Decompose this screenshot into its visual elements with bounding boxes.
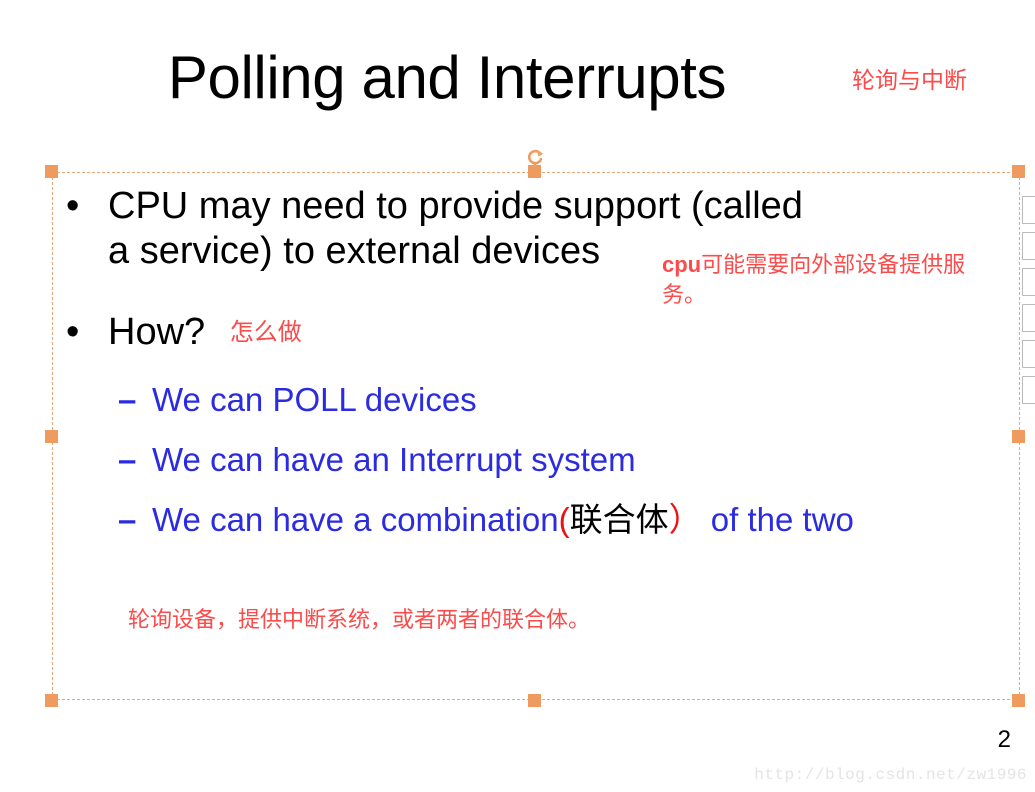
resize-handle-top-right[interactable]: [1012, 165, 1025, 178]
task-pane-item[interactable]: [1022, 196, 1035, 224]
paren-open: (: [558, 501, 570, 538]
sub-bullet-item-2: – We can have an Interrupt system: [60, 440, 1035, 480]
resize-handle-middle-left[interactable]: [45, 430, 58, 443]
sub-bullet-item-3: – We can have a combination(联合体） of the t…: [60, 500, 1035, 540]
paren-close: ）: [668, 501, 702, 538]
bullet-marker: •: [66, 185, 80, 227]
task-pane-item[interactable]: [1022, 268, 1035, 296]
sub-bullet-item-1: – We can POLL devices: [60, 380, 1035, 420]
bullet-1-annotation-chinese: cpu可能需要向外部设备提供服务。: [662, 250, 982, 311]
dash-marker: –: [118, 441, 137, 478]
bullet-marker: •: [66, 311, 80, 353]
task-pane-item[interactable]: [1022, 304, 1035, 332]
dash-marker: –: [118, 501, 137, 538]
resize-handle-middle-right[interactable]: [1012, 430, 1025, 443]
dash-marker: –: [118, 381, 137, 418]
task-pane-item[interactable]: [1022, 376, 1035, 404]
sub-bullet-item-2-text: We can have an Interrupt system: [152, 441, 636, 478]
resize-handle-top-left[interactable]: [45, 165, 58, 178]
sub-bullet-item-3-chinese-gloss: 联合体: [569, 500, 669, 539]
bullet-1-annotation-en: cpu: [662, 252, 702, 277]
sub-bullet-item-3-text-after: of the two: [701, 501, 854, 538]
watermark-url: http://blog.csdn.net/zw1996: [754, 766, 1027, 784]
resize-handle-bottom-center[interactable]: [528, 694, 541, 707]
slide-canvas: Polling and Interrupts 轮询与中断 • CPU may n…: [0, 0, 1035, 792]
sub-bullet-item-1-text: We can POLL devices: [152, 381, 477, 418]
resize-handle-bottom-left[interactable]: [45, 694, 58, 707]
resize-handle-bottom-right[interactable]: [1012, 694, 1025, 707]
bullet-1-annotation-cn: 可能需要向外部设备提供服务。: [662, 253, 966, 308]
page-title: Polling and Interrupts: [167, 44, 727, 111]
task-pane-item[interactable]: [1022, 340, 1035, 368]
title-placeholder[interactable]: Polling and Interrupts 轮询与中断: [52, 42, 987, 122]
task-pane-clipped[interactable]: [1022, 196, 1035, 428]
page-number: 2: [997, 726, 1011, 753]
how-annotation-chinese: 怎么做: [229, 318, 302, 346]
bullet-item-2: • How? 怎么做: [60, 310, 628, 355]
bullet-item-2-text: How?: [108, 311, 206, 353]
task-pane-item[interactable]: [1022, 232, 1035, 260]
bottom-annotation-chinese: 轮询设备，提供中断系统，或者两者的联合体。: [128, 608, 591, 633]
rotate-icon[interactable]: [524, 146, 546, 168]
sub-bullet-item-3-text-before: We can have a combination: [152, 501, 559, 538]
title-annotation-chinese: 轮询与中断: [852, 68, 967, 94]
